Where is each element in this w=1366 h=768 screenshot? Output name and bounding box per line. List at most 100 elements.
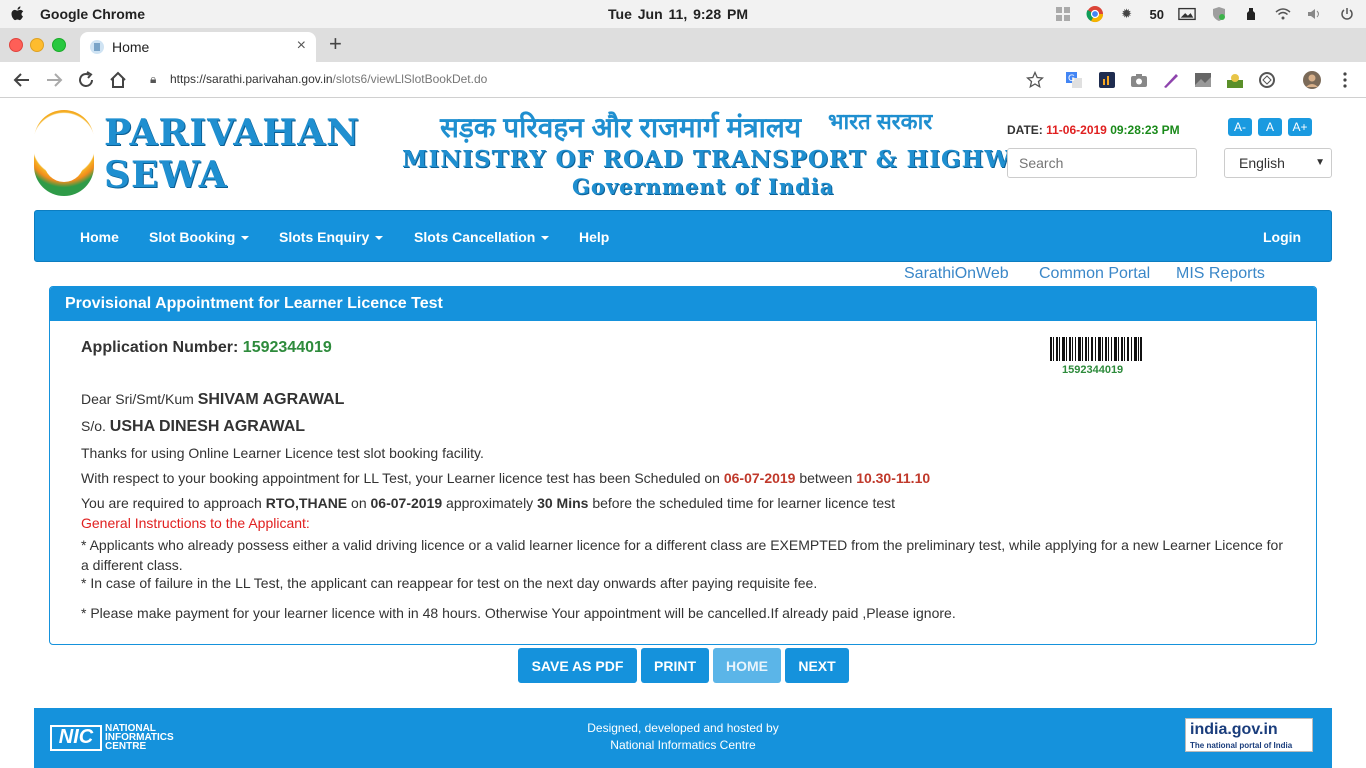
nav-login[interactable]: Login: [1263, 229, 1301, 245]
profile-avatar-icon[interactable]: [1303, 71, 1321, 89]
barcode-image: [1050, 337, 1142, 361]
salutation-line: Dear Sri/Smt/Kum SHIVAM AGRAWAL: [81, 391, 344, 409]
government-title: Government of India: [572, 174, 835, 199]
menu-kebab-icon[interactable]: [1336, 71, 1354, 89]
reload-icon[interactable]: [76, 70, 96, 90]
address-bar[interactable]: 🔒︎ https://sarathi.parivahan.gov.in/slots…: [150, 72, 487, 87]
forward-icon[interactable]: [44, 70, 64, 90]
svg-text:G: G: [1068, 74, 1075, 84]
plant-extension-icon[interactable]: [1226, 71, 1244, 89]
analytics-extension-icon[interactable]: [1098, 71, 1116, 89]
link-mis-reports[interactable]: MIS Reports: [1176, 265, 1265, 283]
india-gov-logo-subtitle: The national portal of India: [1190, 741, 1293, 750]
volume-icon[interactable]: [1306, 5, 1324, 23]
font-increase-button[interactable]: A+: [1288, 118, 1312, 136]
national-emblem-logo: [34, 110, 94, 196]
application-number-value: 1592344019: [242, 339, 332, 356]
salutation-label: Dear Sri/Smt/Kum: [81, 391, 194, 407]
thanks-text: Thanks for using Online Learner Licence …: [81, 445, 484, 461]
nav-slots-cancellation[interactable]: Slots Cancellation: [414, 229, 550, 245]
power-icon[interactable]: [1338, 5, 1356, 23]
url-host: https://sarathi.parivahan.gov.in: [170, 72, 333, 86]
font-normal-button[interactable]: A: [1258, 118, 1282, 136]
home-button[interactable]: HOME: [713, 648, 781, 683]
shield-icon[interactable]: [1210, 5, 1228, 23]
approach-line: You are required to approach RTO,THANE o…: [81, 495, 895, 511]
translate-icon[interactable]: G: [1065, 71, 1083, 89]
barcode-number: 1592344019: [1062, 364, 1124, 376]
browser-toolbar: 🔒︎ https://sarathi.parivahan.gov.in/slots…: [0, 62, 1366, 98]
window-close-button[interactable]: [9, 38, 23, 52]
back-icon[interactable]: [12, 70, 32, 90]
battery-level[interactable]: 50: [1150, 7, 1164, 22]
font-size-controls: A- A A+: [1228, 118, 1312, 136]
bookmark-star-icon[interactable]: [1026, 71, 1044, 89]
ministry-title: MINISTRY OF ROAD TRANSPORT & HIGHWAYS: [402, 146, 1063, 173]
schedule-prefix: With respect to your booking appointment…: [81, 470, 720, 486]
approach-prefix: You are required to approach: [81, 495, 262, 511]
next-button[interactable]: NEXT: [785, 648, 849, 683]
nav-help[interactable]: Help: [579, 229, 609, 245]
circle-extension-icon[interactable]: [1258, 71, 1276, 89]
footer-credit-line-1: Designed, developed and hosted by: [587, 721, 779, 735]
web-page: PARIVAHAN SEWA सड़क परिवहन और राजमार्ग म…: [0, 98, 1366, 768]
nav-home[interactable]: Home: [80, 229, 119, 245]
link-sarathi-on-web[interactable]: SarathiOnWeb: [904, 265, 1009, 283]
instruction-3: * Please make payment for your learner l…: [81, 605, 956, 621]
language-select[interactable]: English ▼: [1224, 148, 1332, 178]
footer-credits: Designed, developed and hosted by Nation…: [34, 720, 1332, 754]
ministry-hindi-title: सड़क परिवहन और राजमार्ग मंत्रालय: [440, 112, 802, 143]
browser-tab-home[interactable]: Home ×: [80, 32, 316, 62]
application-number-label: Application Number:: [81, 339, 239, 356]
language-selected-value: English: [1239, 155, 1285, 171]
menubar-clock[interactable]: Tue Jun 11, 9:28 PM: [608, 6, 748, 22]
caret-down-icon: [241, 236, 250, 241]
apple-icon[interactable]: [10, 5, 26, 23]
footer-credit-line-2: National Informatics Centre: [610, 738, 756, 752]
gear-icon[interactable]: ✹: [1118, 5, 1136, 23]
tab-close-icon[interactable]: ×: [297, 37, 306, 55]
chrome-icon[interactable]: [1086, 5, 1104, 23]
india-gov-logo[interactable]: india.gov.in The national portal of Indi…: [1185, 718, 1313, 752]
between-text: between: [799, 470, 853, 486]
on-text: on: [351, 495, 367, 511]
status-tray: ✹ 50: [1054, 4, 1356, 24]
display-icon[interactable]: [1178, 5, 1196, 23]
wifi-icon[interactable]: [1274, 5, 1292, 23]
favicon-icon: [90, 40, 104, 54]
grid-icon[interactable]: [1054, 5, 1072, 23]
india-gov-logo-title: india.gov.in: [1190, 721, 1278, 738]
brand-title-line2: SEWA: [104, 154, 228, 196]
new-tab-button[interactable]: +: [329, 32, 342, 56]
save-as-pdf-button[interactable]: SAVE AS PDF: [518, 648, 637, 683]
schedule-line: With respect to your booking appointment…: [81, 470, 930, 486]
home-icon[interactable]: [108, 70, 128, 90]
approach-date: 06-07-2019: [370, 495, 443, 511]
approximately-text: approximately: [446, 495, 534, 511]
approach-minutes: 30 Mins: [537, 495, 589, 511]
camera-icon[interactable]: [1130, 71, 1148, 89]
search-input[interactable]: [1007, 148, 1197, 178]
window-zoom-button[interactable]: [52, 38, 66, 52]
link-common-portal[interactable]: Common Portal: [1039, 265, 1150, 283]
lock-icon[interactable]: 🔒︎: [150, 72, 160, 87]
date-label: DATE:: [1007, 123, 1043, 137]
instruction-2: * In case of failure in the LL Test, the…: [81, 575, 818, 591]
active-app-name[interactable]: Google Chrome: [40, 6, 145, 22]
rto-name: RTO,THANE: [265, 495, 348, 511]
nav-slot-booking[interactable]: Slot Booking: [149, 229, 250, 245]
print-button[interactable]: PRINT: [641, 648, 709, 683]
tab-title: Home: [112, 39, 150, 55]
page-footer: NIC NATIONAL INFORMATICS CENTRE Designed…: [34, 708, 1332, 768]
nav-slots-enquiry[interactable]: Slots Enquiry: [279, 229, 384, 245]
pen-icon[interactable]: [1162, 71, 1180, 89]
date-value: 11-06-2019: [1046, 123, 1107, 137]
image-extension-icon[interactable]: [1194, 71, 1212, 89]
date-time-display: DATE: 11-06-2019 09:28:23 PM: [1007, 123, 1180, 137]
font-decrease-button[interactable]: A-: [1228, 118, 1252, 136]
parent-name: USHA DINESH AGRAWAL: [109, 418, 306, 435]
schedule-time: 10.30-11.10: [856, 470, 931, 486]
tool-icon[interactable]: [1242, 5, 1260, 23]
window-minimize-button[interactable]: [30, 38, 44, 52]
main-navbar: Home Slot Booking Slots Enquiry Slots Ca…: [34, 210, 1332, 262]
